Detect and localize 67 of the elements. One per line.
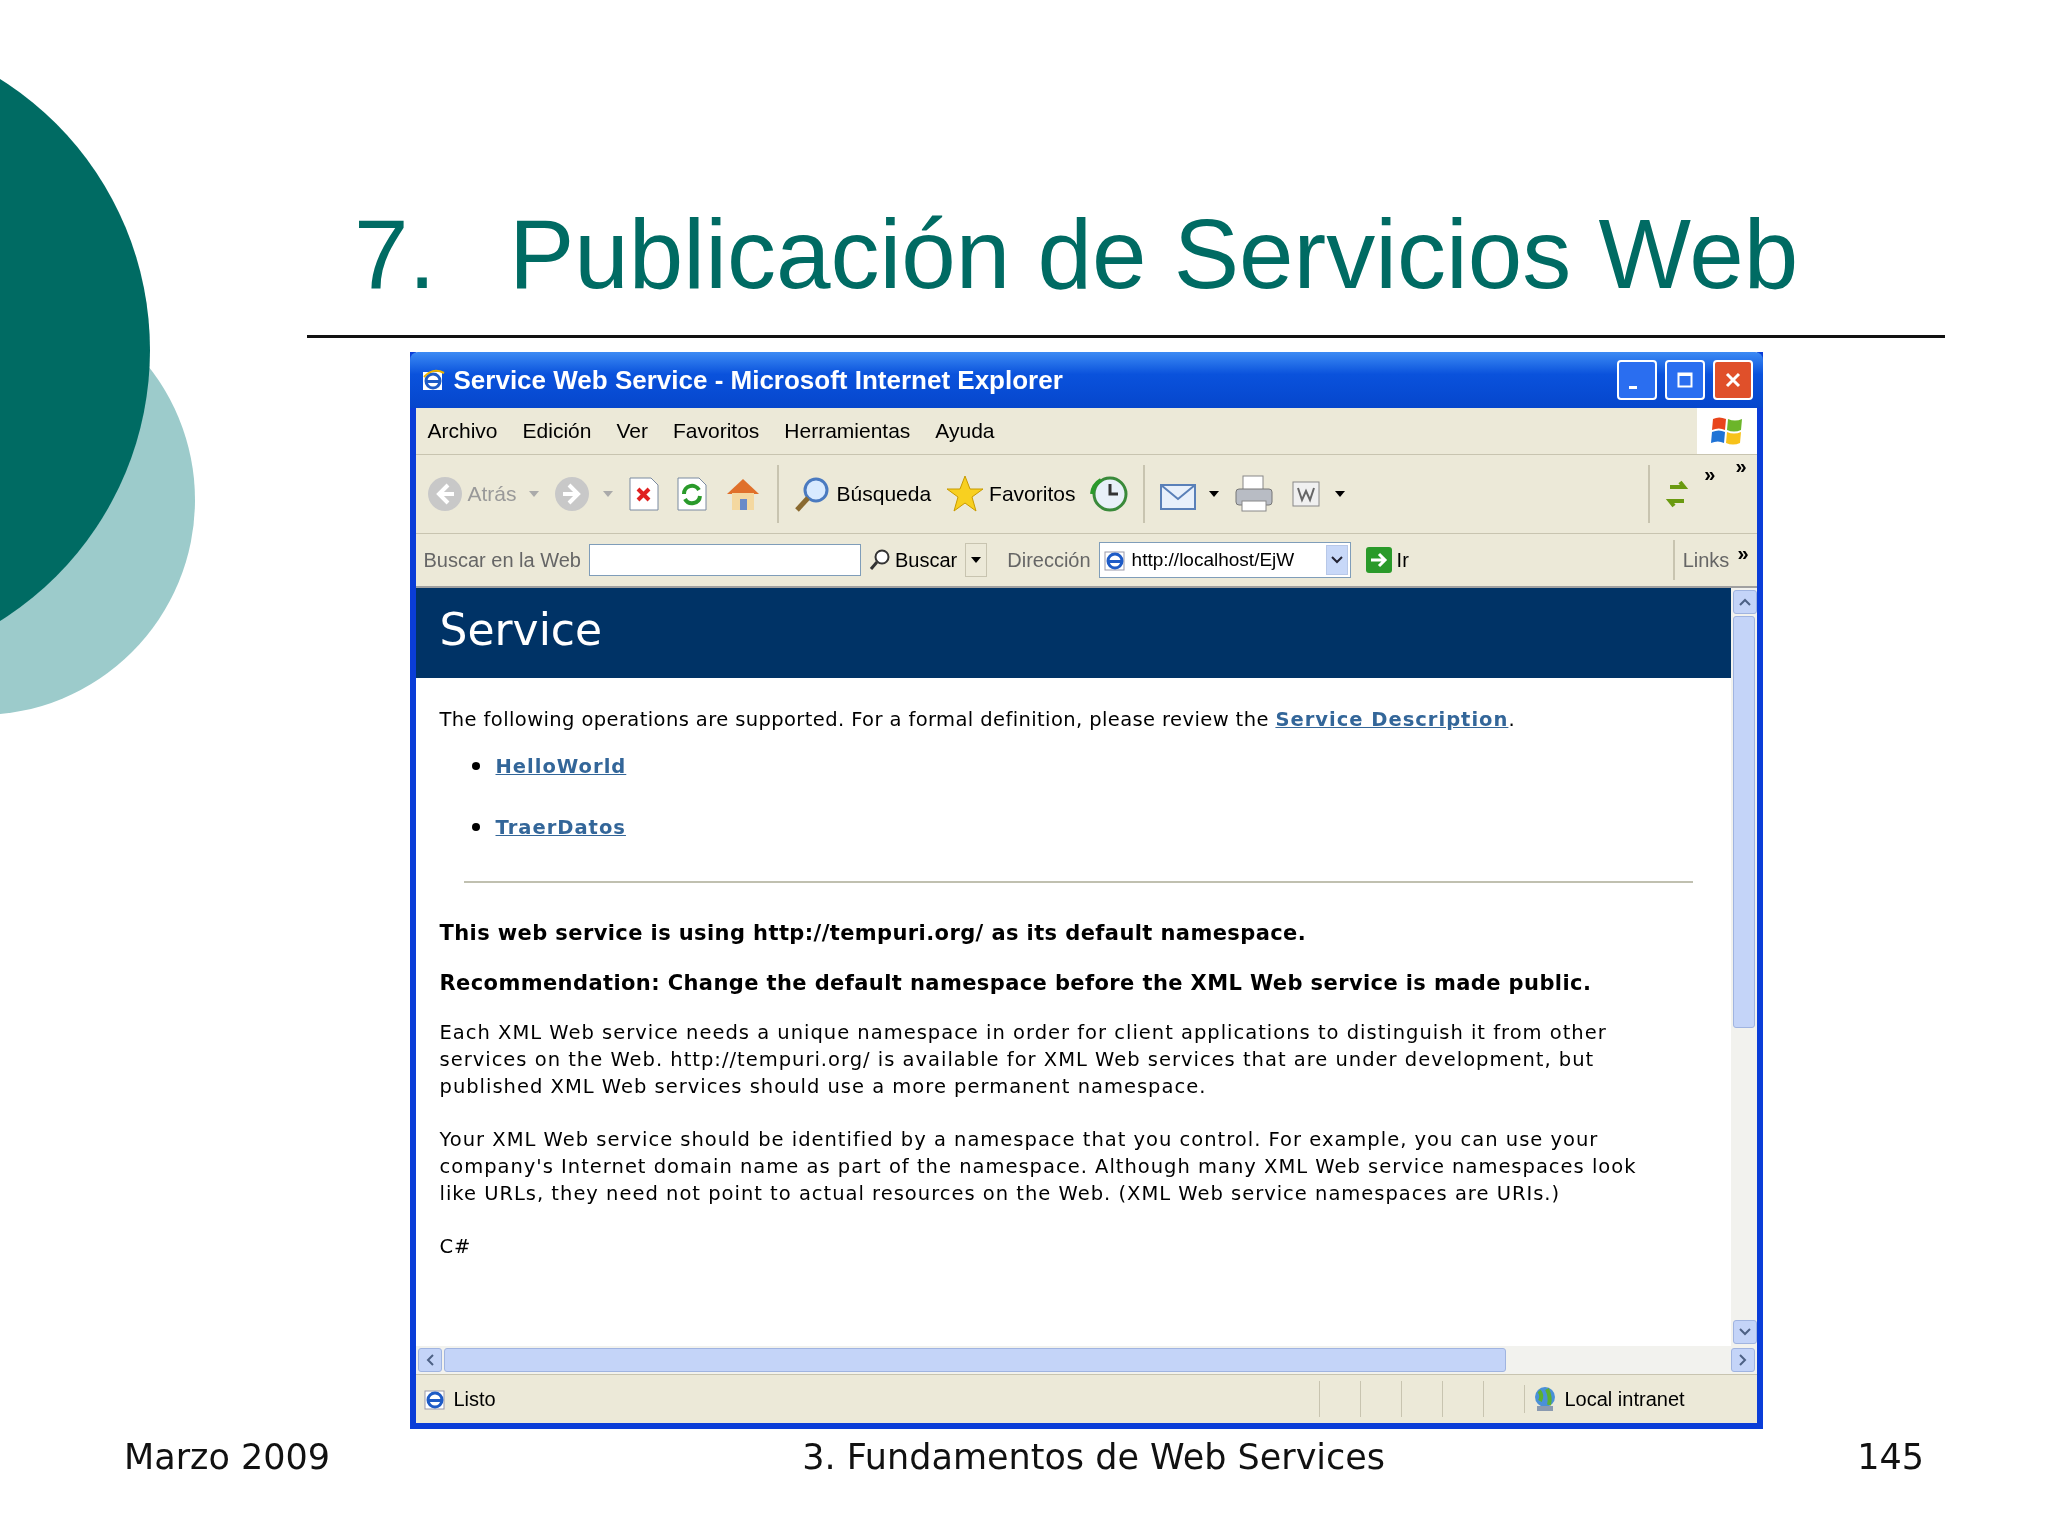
window-title: Service Web Service - Microsoft Internet Explorer [453,364,1063,396]
menu-item[interactable]: Archivo [427,419,498,443]
caret-icon [971,556,982,564]
search-button[interactable]: Buscar [869,548,958,572]
history-icon[interactable] [1089,474,1130,514]
menu-item[interactable]: Edición [522,419,592,443]
operation-link[interactable]: HelloWorld [495,755,627,778]
windows-logo-icon [1696,408,1757,454]
chevron-right-icon [1738,1354,1747,1366]
minimize-icon [1628,385,1637,389]
magnifier-icon [869,548,891,572]
footer-date: Marzo 2009 [124,1437,331,1477]
address-value: http://localhost/EjW [1131,549,1296,571]
chevron-left-icon [425,1354,434,1366]
chevron-down-icon [1330,556,1343,564]
favorites-button[interactable]: Favoritos [945,474,1076,514]
caret-icon [528,491,539,497]
menu-item[interactable]: Herramientas [784,419,911,443]
close-icon [1724,372,1741,388]
page-heading: Service [415,588,1731,678]
address-label: Dirección [1007,548,1091,572]
toolbar-overflow[interactable]: » [1704,463,1716,486]
status-text: Listo [453,1387,496,1411]
menu-item[interactable]: Ver [616,419,648,443]
close-button[interactable] [1712,360,1753,400]
recommendation-text: Recommendation: Change the default namespace before the XML Web service is made public. [439,970,1593,997]
chevron-up-icon [1738,598,1751,606]
menu-item[interactable]: Ayuda [935,419,995,443]
links-label[interactable]: Links [1682,548,1730,572]
toolbar-overflow[interactable]: » [1735,455,1747,478]
operation-link[interactable]: TraerDatos [495,816,626,839]
bullet-icon [471,823,480,831]
slide-number: 7. [354,205,437,303]
star-icon [945,474,986,514]
security-zone: Local intranet [1564,1387,1685,1411]
caret-icon [1335,491,1346,497]
caret-icon [1209,491,1220,497]
service-description-link[interactable]: Service Description [1275,708,1509,731]
slide-title: Publicación de Servicios Web [509,205,1799,303]
minimize-button[interactable] [1616,360,1657,400]
intro-text: The following operations are supported. For a formal definition, please review the Service Description. [439,707,1516,733]
maximize-icon [1676,372,1693,388]
links-overflow[interactable]: » [1737,542,1749,565]
maximize-button[interactable] [1664,360,1705,400]
dropdown-button[interactable] [1325,545,1348,575]
printer-icon[interactable] [1233,474,1276,514]
horizontal-scrollbar[interactable] [415,1346,1757,1374]
language-label: C# [439,1234,473,1260]
edit-button[interactable] [1289,479,1346,509]
bullet-icon [471,762,480,770]
search-label: Buscar en la Web [423,548,581,572]
address-field[interactable]: http://localhost/EjW [1098,542,1351,578]
page-number: 145 [1857,1437,1924,1477]
namespace-notice: This web service is using http://tempuri.org/ as its default namespace. [439,920,1308,947]
paragraph: Each XML Web service needs a unique namespace in order for client applications to distinguish it from other services on the Web. http://tempuri.org/ is available for XML Web services that are under development, but published XML Web services should use a more permanent namespace. [439,1020,1608,1100]
search-field[interactable] [589,544,861,576]
stop-icon[interactable] [626,476,661,512]
footer-topic: 3. Fundamentos de Web Services [802,1437,1386,1477]
menu-item[interactable]: Favoritos [672,419,760,443]
go-button[interactable]: Ir [1364,546,1409,574]
search-button[interactable]: Búsqueda [792,474,932,514]
dropdown-button[interactable] [965,543,988,577]
refresh-icon[interactable] [674,476,709,512]
caret-icon [602,491,613,497]
paragraph: Your XML Web service should be identified by a namespace that you control. For example, you can use your company's Internet domain name as part of the namespace. Although many XML Web service namespaces look like URLs, they need not point to actual resources on the Web. (XML Web service namespaces are URIs.) [439,1127,1638,1207]
vertical-scrollbar[interactable] [1730,588,1757,1346]
chevron-down-icon [1738,1328,1751,1336]
